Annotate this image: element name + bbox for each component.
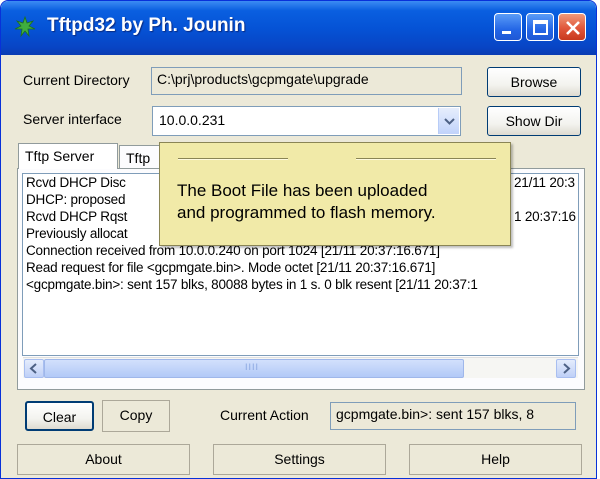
maximize-icon	[533, 20, 548, 35]
status-tooltip: The Boot File has been uploaded and prog…	[159, 142, 511, 246]
tooltip-line-2: and programmed to flash memory.	[177, 203, 436, 222]
chevron-right-icon	[563, 363, 571, 374]
copy-button[interactable]: Copy	[102, 400, 170, 432]
current-action-field: gcpmgate.bin>: sent 157 blks, 8	[330, 402, 576, 430]
tab-tftp-server[interactable]: Tftp Server	[18, 143, 118, 169]
server-interface-label: Server interface	[23, 111, 122, 127]
close-button[interactable]	[558, 13, 586, 41]
help-button[interactable]: Help	[409, 444, 582, 475]
scroll-right-button[interactable]	[556, 359, 576, 378]
title-bar[interactable]: Tftpd32 by Ph. Jounin	[1, 1, 596, 55]
log-line: Read request for file <gcpmgate.bin>. Mo…	[26, 260, 436, 275]
chevron-down-icon	[444, 118, 455, 125]
about-button[interactable]: About	[17, 444, 190, 475]
main-window: Tftpd32 by Ph. Jounin Current Directory …	[0, 0, 597, 479]
server-interface-select[interactable]: 10.0.0.231	[152, 106, 461, 136]
tooltip-divider	[178, 158, 288, 160]
current-directory-label: Current Directory	[23, 72, 130, 88]
tooltip-divider	[356, 158, 496, 160]
tooltip-message: The Boot File has been uploaded and prog…	[177, 180, 436, 224]
window-title: Tftpd32 by Ph. Jounin	[47, 15, 246, 36]
horizontal-scrollbar[interactable]: IIII	[23, 357, 578, 378]
minimize-button[interactable]	[494, 13, 522, 41]
log-line-fragment: 1 20:37:16	[514, 209, 576, 224]
tooltip-line-1: The Boot File has been uploaded	[177, 181, 428, 200]
settings-button[interactable]: Settings	[213, 444, 386, 475]
scroll-thumb[interactable]: IIII	[44, 359, 464, 378]
clear-button[interactable]: Clear	[25, 401, 94, 431]
chevron-left-icon	[29, 363, 37, 374]
current-action-label: Current Action	[220, 407, 309, 423]
log-line: <gcpmgate.bin>: sent 157 blks, 80088 byt…	[26, 277, 478, 292]
app-icon	[14, 15, 36, 38]
server-interface-value: 10.0.0.231	[159, 112, 226, 128]
show-dir-button[interactable]: Show Dir	[487, 106, 581, 136]
scroll-left-button[interactable]	[24, 359, 44, 378]
dropdown-button[interactable]	[438, 108, 459, 134]
current-directory-field[interactable]: C:\prj\products\gcpmgate\upgrade	[151, 67, 462, 95]
scroll-grip: IIII	[245, 362, 260, 372]
log-line-fragment: 21/11 20:3	[514, 175, 575, 190]
close-icon	[566, 21, 580, 35]
maximize-button[interactable]	[526, 13, 554, 41]
minimize-icon	[502, 31, 511, 34]
browse-button[interactable]: Browse	[487, 67, 581, 97]
